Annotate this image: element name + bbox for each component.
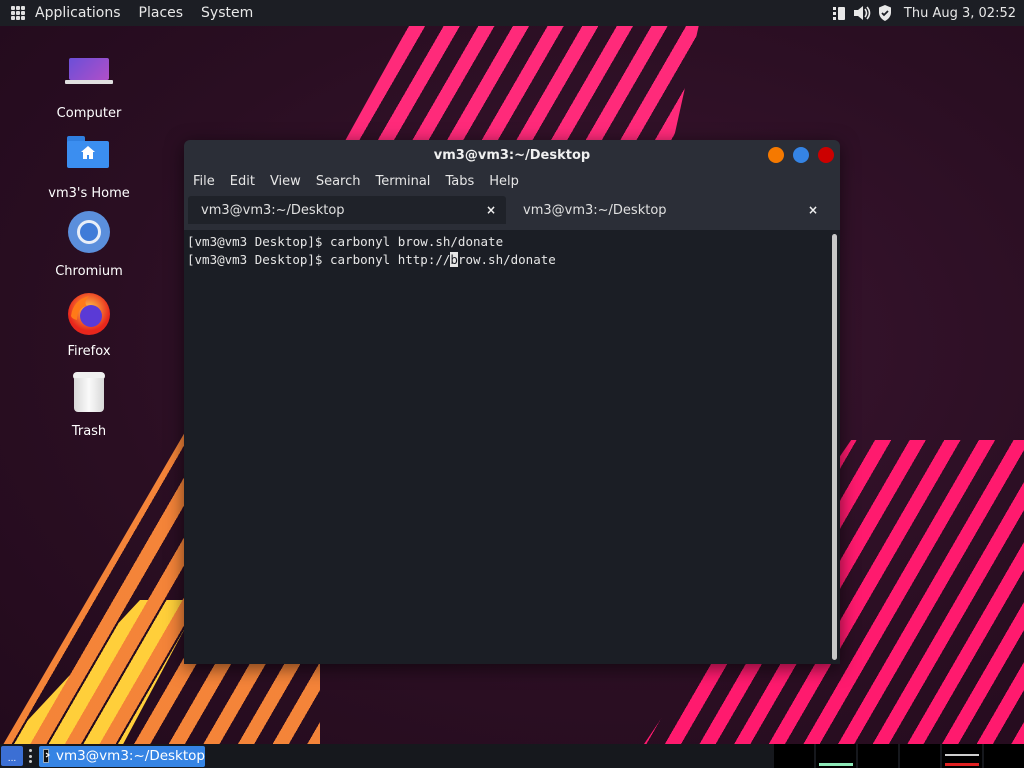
menu-search[interactable]: Search xyxy=(316,174,361,189)
desktop-icon-label: Firefox xyxy=(67,344,111,359)
window-title: vm3@vm3:~/Desktop xyxy=(433,147,591,163)
chromium-icon xyxy=(65,210,113,258)
command-text: carbonyl brow.sh/donate xyxy=(330,234,504,249)
show-desktop-label: ... xyxy=(7,754,17,764)
scrollbar[interactable] xyxy=(832,234,837,660)
firefox-icon xyxy=(65,290,113,338)
clock[interactable]: Thu Aug 3, 02:52 xyxy=(904,6,1016,21)
tab-2[interactable]: vm3@vm3:~/Desktop × xyxy=(510,196,828,224)
terminal-output[interactable]: [vm3@vm3 Desktop]$ carbonyl brow.sh/dona… xyxy=(184,230,840,664)
workspace-4[interactable] xyxy=(900,744,940,768)
menu-view[interactable]: View xyxy=(270,174,301,189)
desktop-icon-chromium[interactable]: Chromium xyxy=(34,210,144,279)
show-desktop-button[interactable]: ... xyxy=(1,746,23,766)
desktop-icon-label: vm3's Home xyxy=(48,186,130,201)
panel-grip-icon[interactable] xyxy=(29,749,35,763)
command-text: row.sh/donate xyxy=(457,252,556,267)
volume-icon[interactable] xyxy=(852,5,872,21)
menu-terminal[interactable]: Terminal xyxy=(375,174,430,189)
minimize-button[interactable] xyxy=(768,147,784,163)
workspace-5[interactable] xyxy=(942,744,982,768)
trash-icon xyxy=(65,370,113,418)
desktop-icon-label: Trash xyxy=(71,424,107,439)
top-panel: Applications Places System Thu Aug 3, 02… xyxy=(0,0,1024,26)
network-icon[interactable] xyxy=(832,5,846,21)
terminal-line: [vm3@vm3 Desktop]$ carbonyl brow.sh/dona… xyxy=(187,233,840,251)
computer-icon xyxy=(65,52,113,100)
taskbar-item-label: vm3@vm3:~/Desktop xyxy=(55,748,205,764)
tab-label: vm3@vm3:~/Desktop xyxy=(201,202,345,218)
text-cursor: b xyxy=(450,252,458,267)
workspace-1[interactable] xyxy=(774,744,814,768)
maximize-button[interactable] xyxy=(793,147,809,163)
desktop-icon-home[interactable]: vm3's Home xyxy=(34,132,144,201)
workspace-2[interactable] xyxy=(816,744,856,768)
menu-places[interactable]: Places xyxy=(139,5,184,21)
desktop-icon-label: Computer xyxy=(56,106,122,121)
terminal-line: [vm3@vm3 Desktop]$ carbonyl http://brow.… xyxy=(187,251,840,269)
close-button[interactable] xyxy=(818,147,834,163)
prompt: [vm3@vm3 Desktop]$ xyxy=(187,252,330,267)
desktop-icon-computer[interactable]: Computer xyxy=(34,52,144,121)
command-text: carbonyl http:// xyxy=(330,252,451,267)
prompt: [vm3@vm3 Desktop]$ xyxy=(187,234,330,249)
home-folder-icon xyxy=(65,132,113,180)
close-tab-icon[interactable]: × xyxy=(486,203,496,217)
bottom-panel: ... vm3@vm3:~/Desktop xyxy=(0,744,1024,768)
workspace-3[interactable] xyxy=(858,744,898,768)
workspace-6[interactable] xyxy=(984,744,1024,768)
workspace-switcher xyxy=(772,744,1024,768)
applications-grid-icon[interactable] xyxy=(11,6,25,20)
menu-file[interactable]: File xyxy=(193,174,215,189)
tab-label: vm3@vm3:~/Desktop xyxy=(523,202,667,218)
menu-tabs[interactable]: Tabs xyxy=(445,174,474,189)
shield-icon[interactable] xyxy=(878,5,892,21)
tab-bar: vm3@vm3:~/Desktop × vm3@vm3:~/Desktop × xyxy=(184,192,840,226)
window-titlebar[interactable]: vm3@vm3:~/Desktop xyxy=(184,140,840,170)
menu-system[interactable]: System xyxy=(201,5,253,21)
desktop-icon-trash[interactable]: Trash xyxy=(34,370,144,439)
tab-1[interactable]: vm3@vm3:~/Desktop × xyxy=(188,196,506,224)
terminal-icon xyxy=(43,749,51,763)
desktop-icon-label: Chromium xyxy=(55,264,123,279)
wallpaper-stripes xyxy=(340,20,700,150)
desktop-icon-firefox[interactable]: Firefox xyxy=(34,290,144,359)
menu-edit[interactable]: Edit xyxy=(230,174,255,189)
close-tab-icon[interactable]: × xyxy=(808,203,818,217)
menu-help[interactable]: Help xyxy=(489,174,519,189)
terminal-menubar: File Edit View Search Terminal Tabs Help xyxy=(184,170,840,192)
terminal-window: vm3@vm3:~/Desktop File Edit View Search … xyxy=(184,140,840,664)
taskbar-item-terminal[interactable]: vm3@vm3:~/Desktop xyxy=(39,745,205,767)
menu-applications[interactable]: Applications xyxy=(35,5,121,21)
